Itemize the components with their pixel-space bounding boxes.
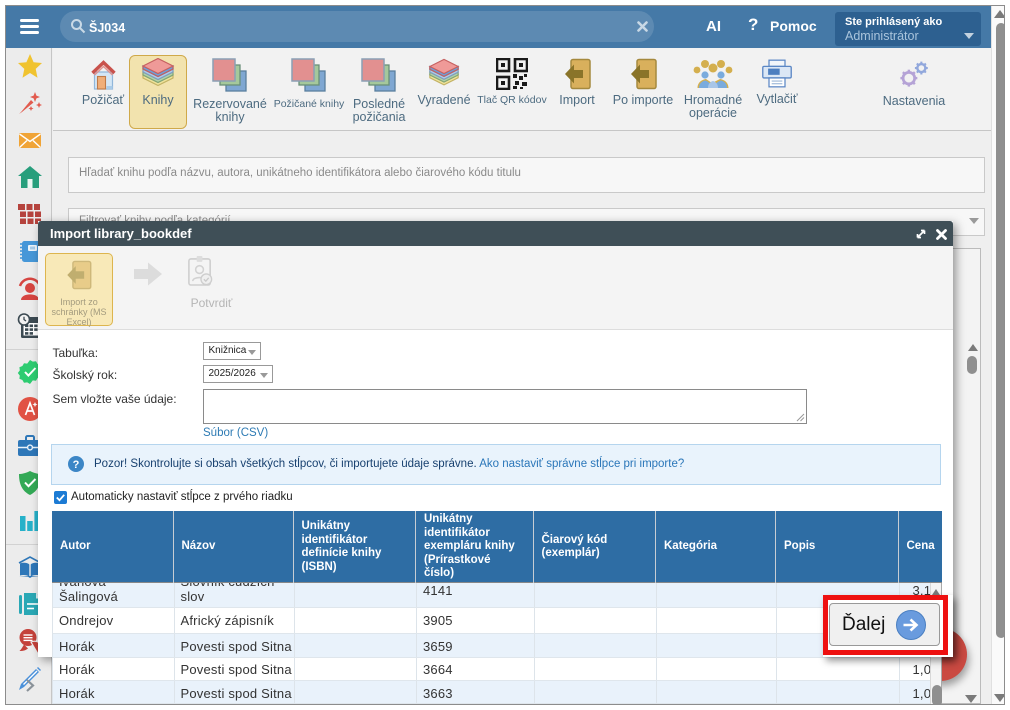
- svg-text:?: ?: [73, 459, 80, 471]
